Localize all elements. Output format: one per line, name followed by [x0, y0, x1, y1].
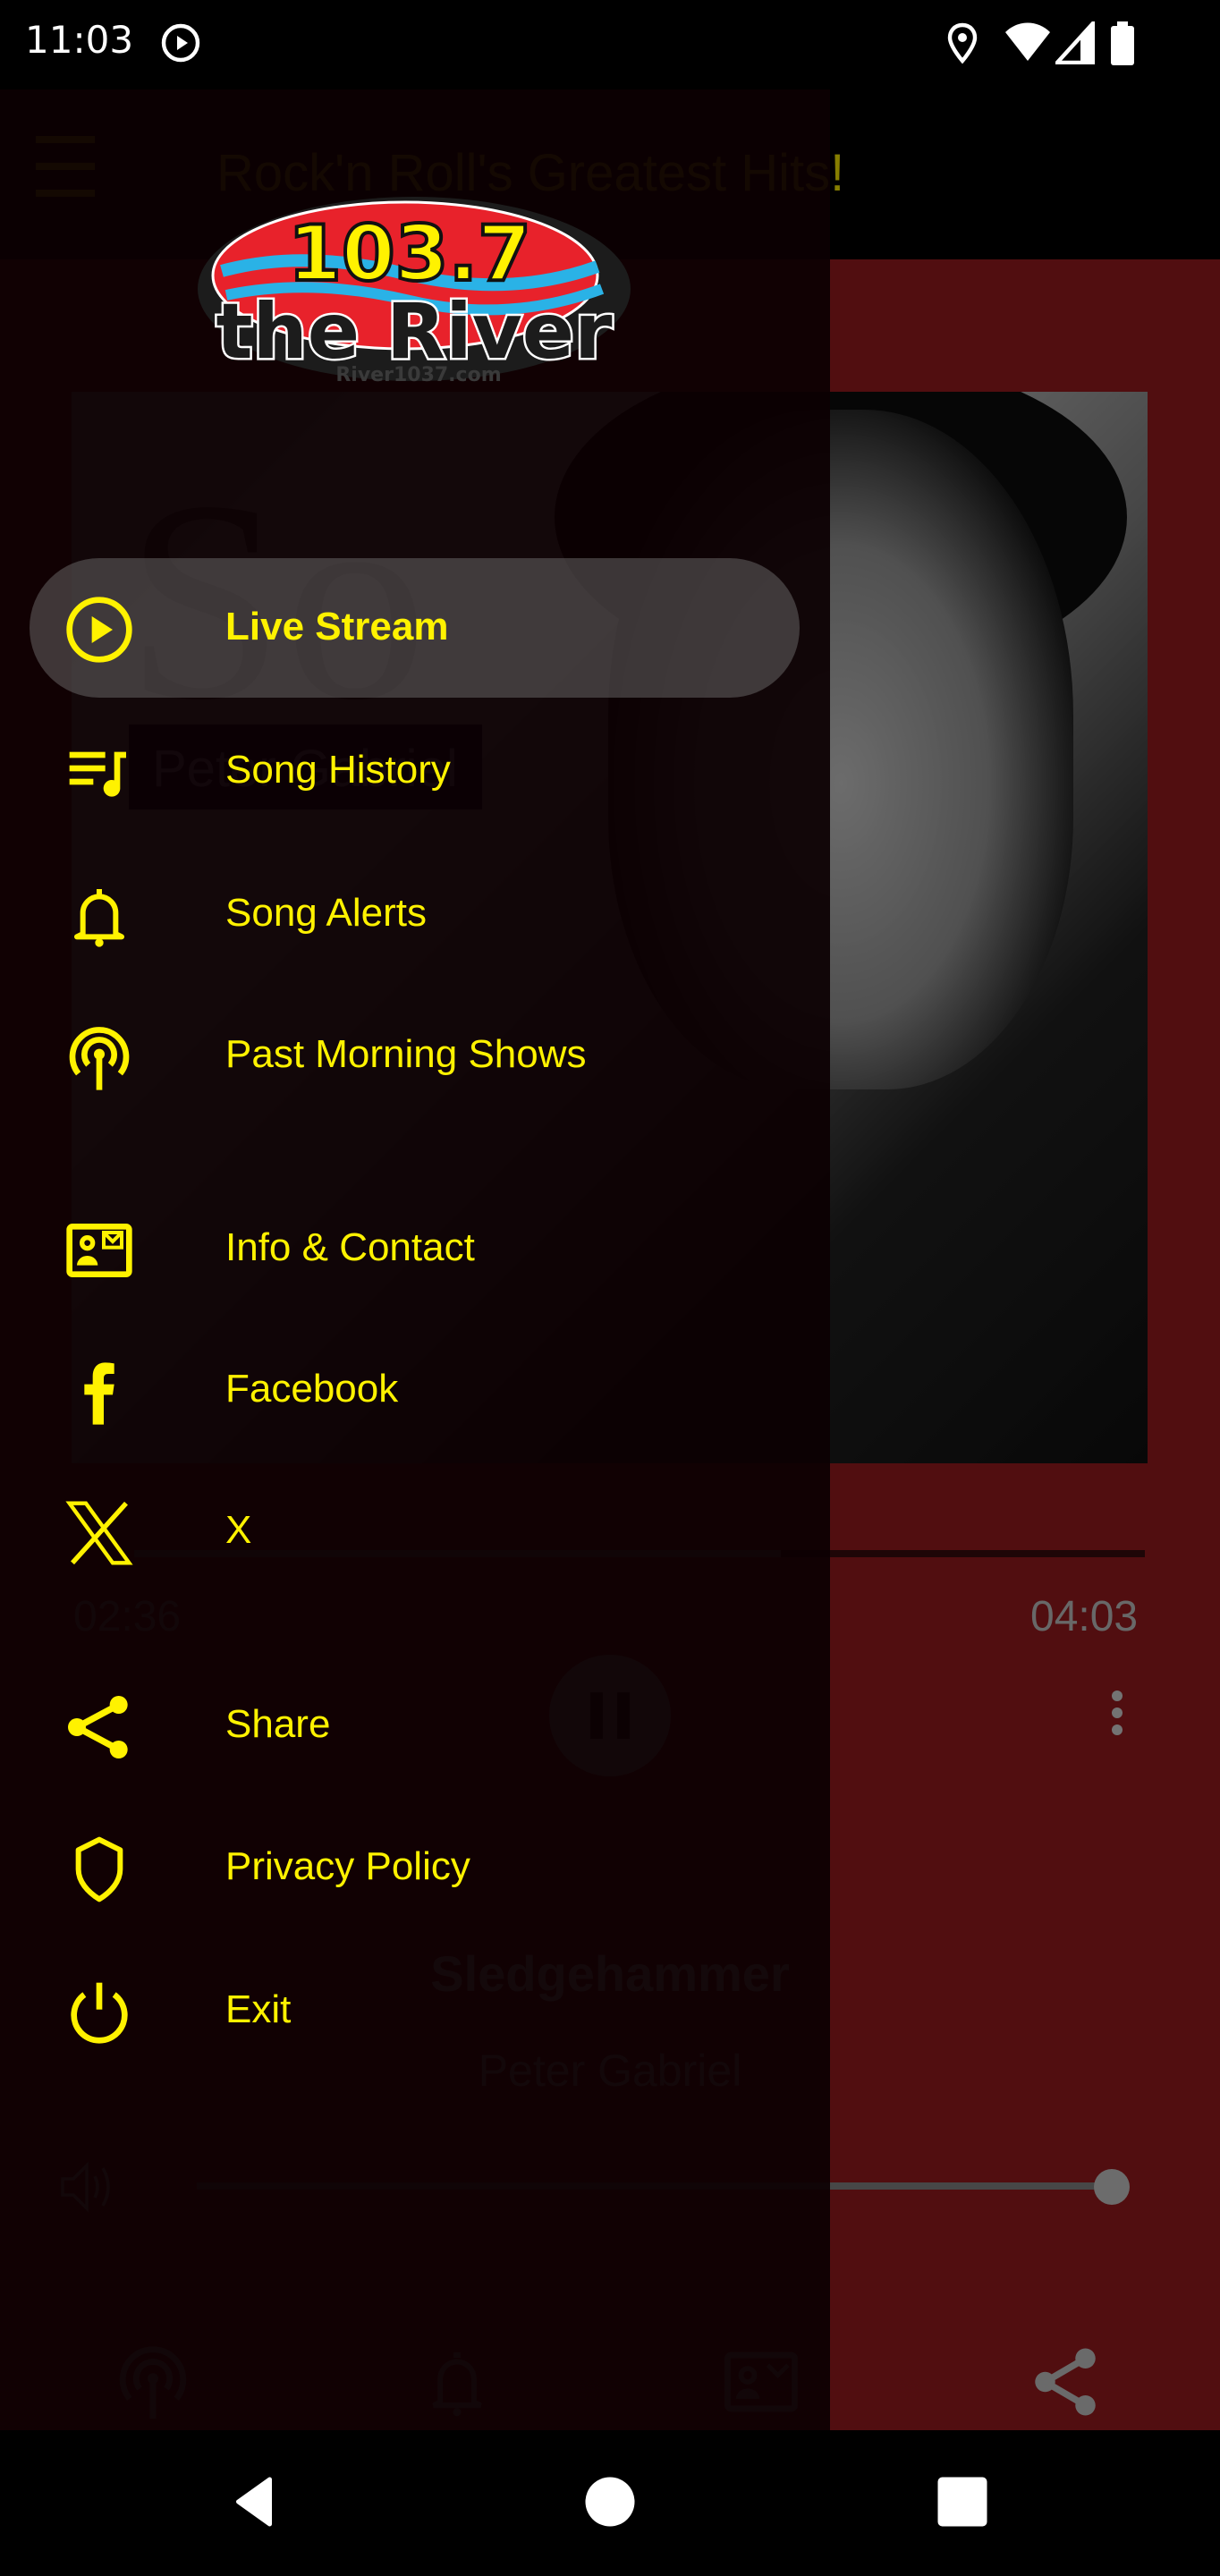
drawer-item-label: Exit: [225, 1987, 292, 2031]
play-circle-icon: [161, 23, 200, 63]
logo-name: the River: [216, 287, 613, 377]
drawer-item-label: X: [225, 1508, 252, 1552]
battery-icon: [1111, 21, 1134, 65]
status-bar: 11:03: [0, 0, 1220, 89]
facebook-icon: [84, 1362, 114, 1425]
signal-icon: [1055, 21, 1095, 64]
navigation-drawer: 103.7 the River River1037.com Live Strea…: [0, 89, 830, 2430]
contact-card-icon: [66, 1224, 132, 1277]
back-icon[interactable]: [227, 2475, 281, 2529]
share-icon: [68, 1696, 128, 1758]
drawer-item-info-contact[interactable]: Info & Contact: [30, 1182, 800, 1317]
drawer-item-label: Share: [225, 1702, 331, 1746]
drawer-item-live-stream[interactable]: Live Stream: [30, 562, 800, 696]
logo-frequency: 103.7: [288, 209, 531, 299]
drawer-item-privacy-policy[interactable]: Privacy Policy: [30, 1801, 800, 1936]
location-icon: [947, 22, 978, 64]
shield-icon: [75, 1836, 123, 1902]
drawer-item-share[interactable]: Share: [30, 1659, 800, 1793]
podcast-icon: [69, 1027, 130, 1090]
recents-icon[interactable]: [936, 2475, 989, 2529]
drawer-item-past-morning-shows[interactable]: Past Morning Shows: [30, 989, 800, 1123]
drawer-item-label: Song Alerts: [225, 891, 428, 935]
drawer-item-x[interactable]: X: [30, 1465, 800, 1599]
wifi-icon: [1005, 22, 1050, 61]
drawer-item-exit[interactable]: Exit: [30, 1945, 800, 2079]
station-logo: 103.7 the River River1037.com: [198, 197, 631, 383]
system-navigation-bar: [0, 2430, 1220, 2576]
logo-url: River1037.com: [335, 364, 501, 383]
status-time: 11:03: [25, 18, 134, 62]
queue-music-icon: [69, 751, 126, 797]
drawer-item-label: Privacy Policy: [225, 1844, 470, 1888]
drawer-item-label: Info & Contact: [225, 1225, 475, 1269]
home-icon[interactable]: [583, 2475, 637, 2529]
drawer-item-song-alerts[interactable]: Song Alerts: [30, 848, 800, 982]
drawer-item-label: Past Morning Shows: [225, 1032, 587, 1076]
drawer-item-label: Song History: [225, 748, 451, 792]
bell-icon: [74, 889, 124, 947]
drawer-item-label: Facebook: [225, 1367, 399, 1411]
drawer-item-song-history[interactable]: Song History: [30, 705, 800, 839]
x-logo-icon: [65, 1501, 133, 1565]
drawer-item-label: Live Stream: [225, 605, 449, 648]
power-icon: [71, 1982, 128, 2044]
play-circle-icon: [66, 597, 132, 663]
drawer-item-facebook[interactable]: Facebook: [30, 1324, 800, 1458]
